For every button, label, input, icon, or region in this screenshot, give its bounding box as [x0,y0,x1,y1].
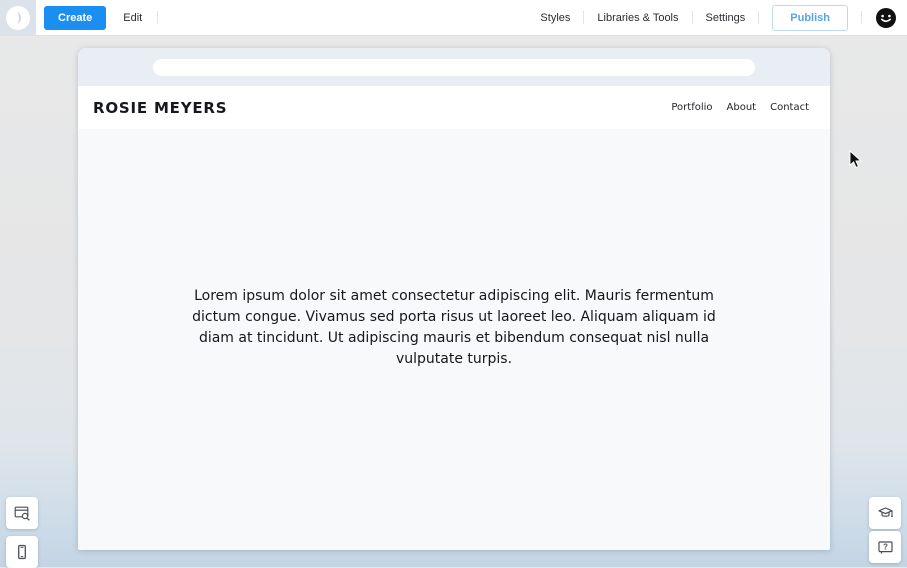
nav-link-portfolio[interactable]: Portfolio [671,102,712,113]
url-bar[interactable] [153,59,755,76]
top-toolbar: Create Edit Styles Libraries & Tools Set… [0,0,907,36]
body-paragraph[interactable]: Lorem ipsum dolor sit amet consectetur a… [188,129,720,370]
account-avatar[interactable] [875,7,897,29]
toolbar-divider [861,11,862,24]
toolbar-divider [583,11,584,24]
site-body: Lorem ipsum dolor sit amet consectetur a… [78,129,830,550]
site-header: ROSIE MEYERS Portfolio About Contact [78,86,830,129]
learning-button[interactable] [869,497,901,529]
styles-menu-item[interactable]: Styles [540,12,570,24]
preview-search-button[interactable] [6,497,38,529]
svg-text:?: ? [883,542,888,551]
nav-link-about[interactable]: About [727,102,757,113]
smiley-face-icon [875,7,897,29]
libraries-tools-menu-item[interactable]: Libraries & Tools [597,12,678,24]
mouse-pointer [849,150,862,174]
site-title[interactable]: ROSIE MEYERS [93,99,227,117]
nav-link-contact[interactable]: Contact [770,102,809,113]
mobile-view-button[interactable] [6,536,38,568]
toolbar-divider [157,11,158,24]
site-preview-search-icon [14,505,31,522]
create-button[interactable]: Create [44,6,106,30]
help-button[interactable]: ? [869,531,901,563]
toolbar-divider [692,11,693,24]
site-nav: Portfolio About Contact [671,102,809,113]
editor-workspace: { "topbar": { "create_label": "Create", … [0,0,907,567]
settings-menu-item[interactable]: Settings [706,12,746,24]
publish-button[interactable]: Publish [772,5,848,31]
mobile-device-icon [14,544,30,560]
browser-chrome-bar [78,48,830,86]
toolbar-divider [758,11,759,24]
help-question-icon: ? [877,539,894,556]
app-logo[interactable] [0,0,36,35]
toolbar-right-group: Styles Libraries & Tools Settings Publis… [540,5,907,31]
graduation-cap-icon [877,505,894,522]
edit-menu-item[interactable]: Edit [123,12,142,24]
app-logo-icon [6,6,30,30]
site-preview-window: ROSIE MEYERS Portfolio About Contact Lor… [78,48,830,550]
